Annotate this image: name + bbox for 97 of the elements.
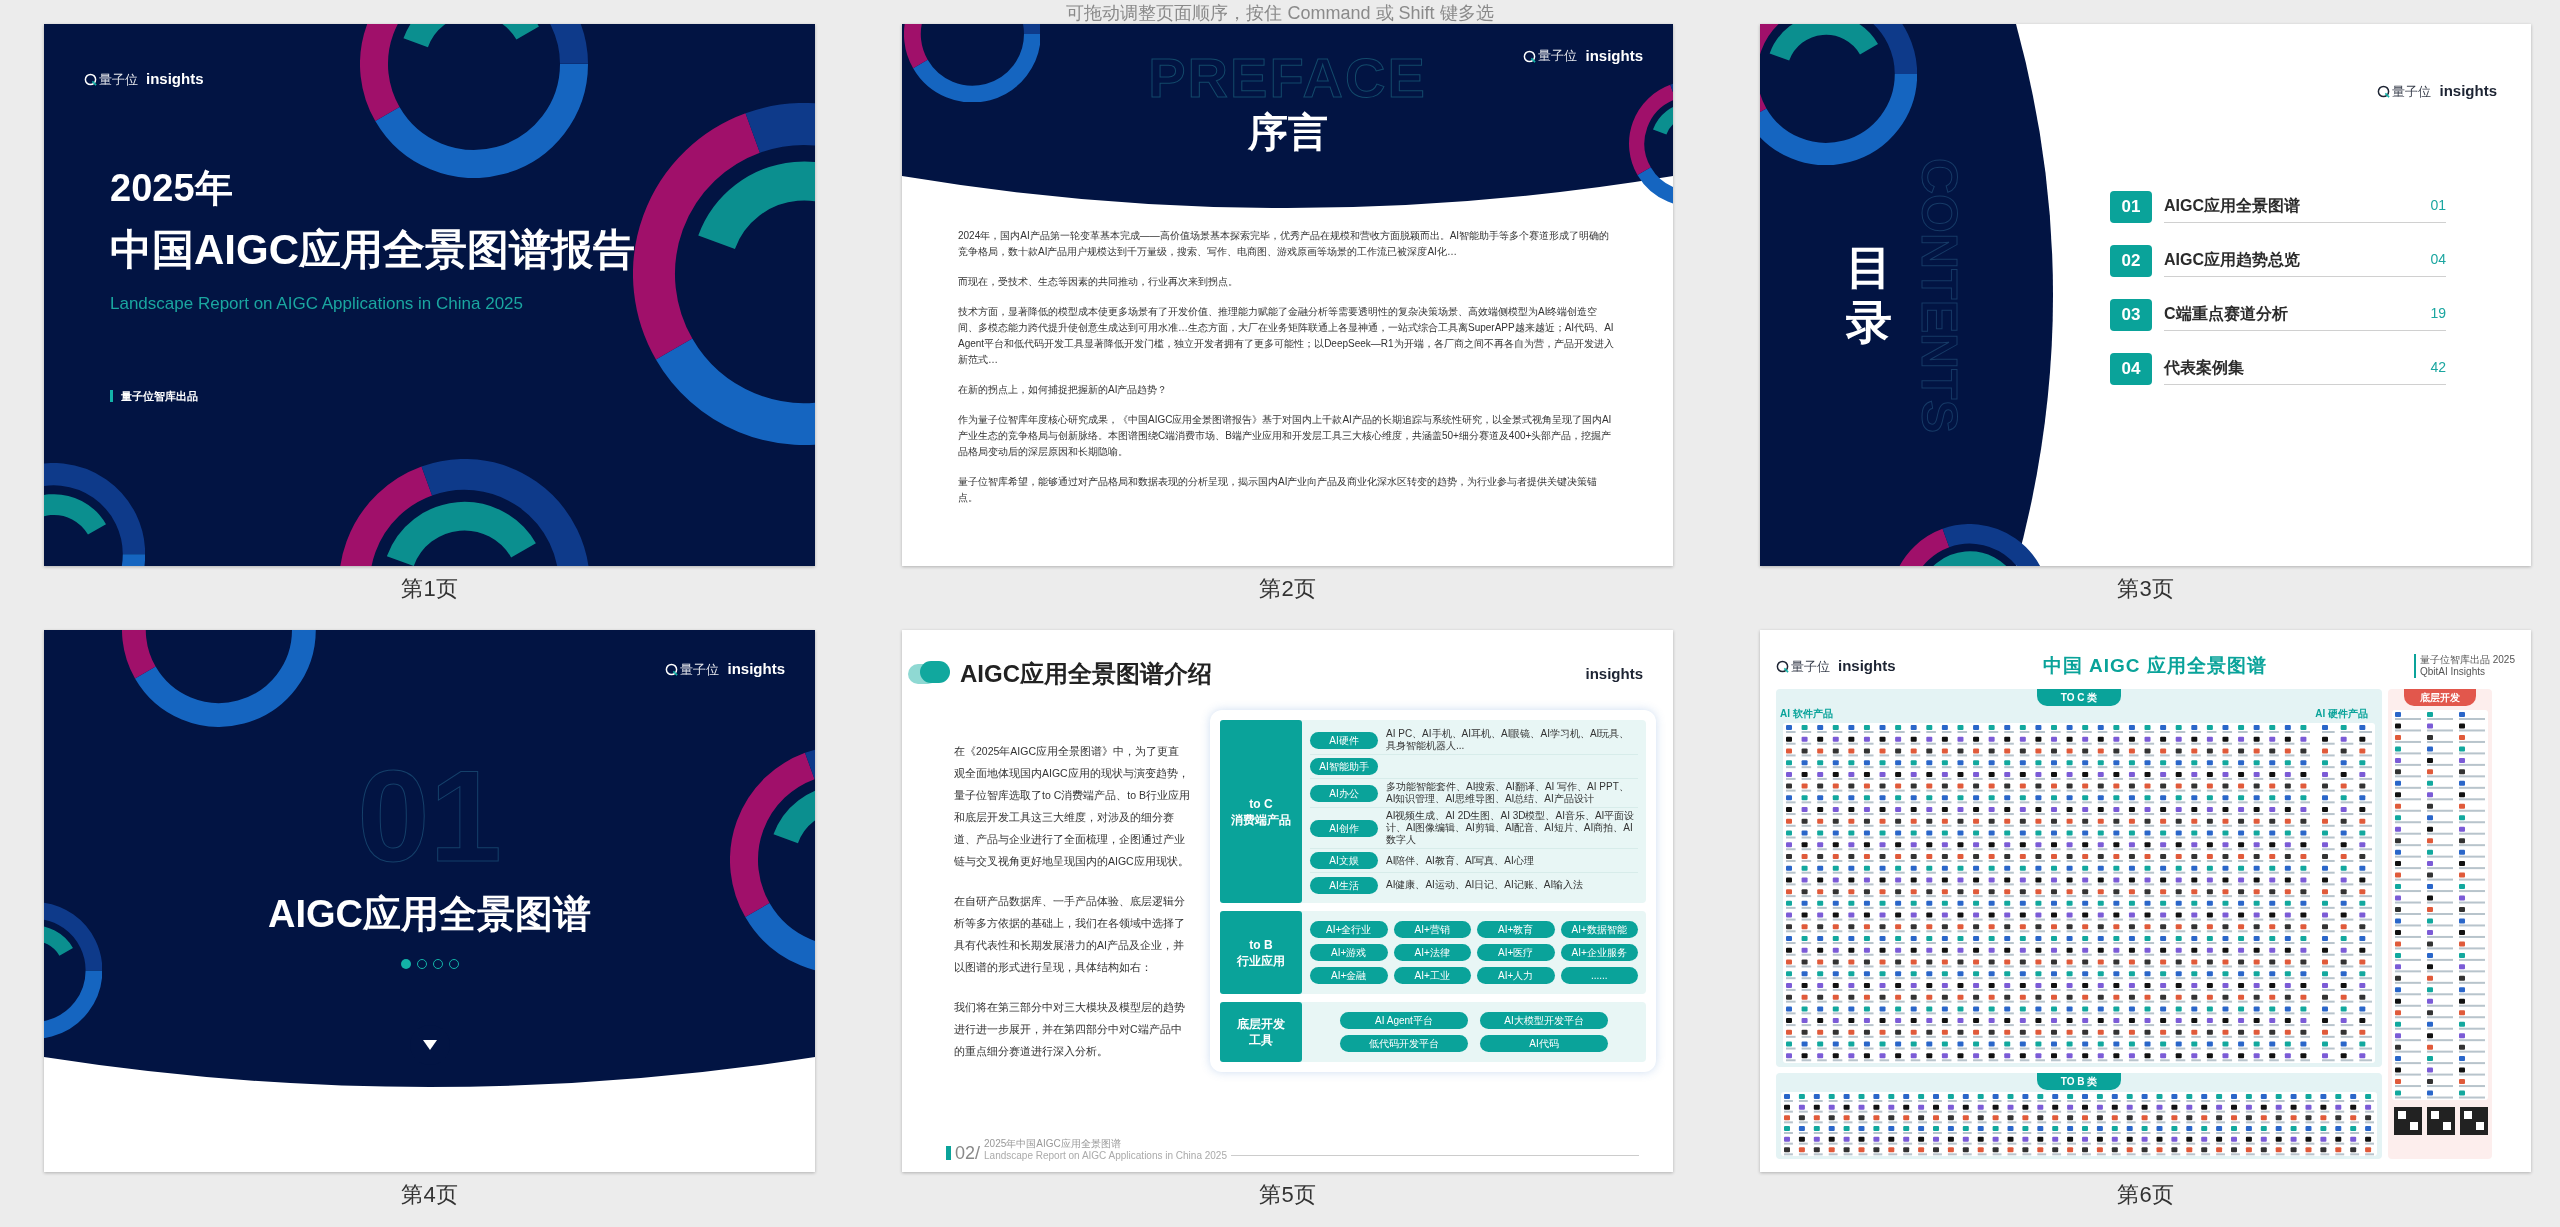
preface-paragraph: 在新的拐点上，如何捕捉把握新的AI产品趋势？	[958, 383, 1169, 397]
page-label: 第2页	[1259, 576, 1316, 603]
contents-entry-title[interactable]: AIGC应用趋势总览	[2164, 247, 2300, 272]
tool-pill: AI代码	[1480, 1035, 1608, 1052]
industry-pill: AI+数据智能	[1560, 921, 1638, 938]
brand-logo-text: 量子位	[1791, 657, 1830, 676]
category-heading: AI 软件产品	[1780, 706, 1833, 721]
tool-pill: 低代码开发平台	[1340, 1035, 1468, 1052]
section-title: AIGC应用全景图谱	[268, 894, 591, 933]
preface-paragraph: 而现在，受技术、生态等因素的共同推动，行业再次来到拐点。	[958, 275, 1239, 289]
q-ring-icon	[1776, 659, 1789, 673]
insights-logo-text: insights	[727, 659, 785, 679]
category-pill: AI办公	[1310, 784, 1378, 802]
cover-year: 2025年	[110, 168, 233, 207]
industry-pill: ......	[1560, 967, 1638, 984]
category-pill: AI硬件	[1310, 731, 1378, 749]
section-number-badge: 04	[2110, 352, 2152, 385]
group-label-line: 消费端产品	[1231, 811, 1291, 828]
brand-logo-text: 量子位	[99, 70, 138, 89]
brand-logo-text: 量子位	[2392, 82, 2432, 101]
preface-paragraph: 技术方面，显著降低的模型成本使更多场景有了开发价值、推理能力赋能了金融分析等需要透明性的复杂决策场景、高效端侧模型为AI终端创造空间、多模态能力跨代提升使创意生成达到可用水准…生态方面，大厂在业务矩阵联通上各显神通，一站式综合工具离SuperAPP越来越近；AI代码、AI Agent平台和低代码开发工具显著降低开发门槛，独立开发者拥有了更多可能性；以DeepSeek—R1为开端，各厂商之间不再各自为营，产品开发进入新范式…	[958, 305, 1615, 367]
page-label: 第1页	[401, 576, 458, 603]
slide-title: AIGC应用全景图谱介绍	[960, 659, 1212, 689]
industry-pill: AI+人力	[1477, 967, 1555, 984]
cover-subtitle: Landscape Report on AIGC Applications in China 2025	[110, 292, 523, 315]
preface-paragraph: 作为量子位智库年度核心研究成果，《中国AIGC应用全景图谱报告》基于对国内上千款AI产品的长期追踪与系统性研究，以全景式视角呈现了国内AI产业生态的竞争格局与创新脉络。本图谱围绕C端消费市场、B端产业应用和开发层工具三大核心维度，共涵盖50+细分赛道及400+头部产品，挖掘产品格局变动后的深层原因和长期隐喻。	[958, 413, 1613, 459]
blob-logo-icon	[908, 661, 950, 687]
industry-pill: AI+法律	[1393, 944, 1471, 961]
footer-title: 2025年中国AIGC应用全景图谱	[984, 1138, 1122, 1150]
group-label-line: 行业应用	[1237, 952, 1285, 969]
page-label: 第4页	[401, 1182, 458, 1209]
category-pill: AI文娱	[1310, 852, 1378, 869]
tool-pill: AI Agent平台	[1340, 1012, 1468, 1029]
brand-logo-text: 量子位	[1538, 47, 1578, 66]
industry-pill: AI+工业	[1393, 967, 1471, 984]
group-label-line: 工具	[1249, 1032, 1273, 1048]
group-label-line: 底层开发	[1237, 1016, 1285, 1032]
page-label: 第5页	[1259, 1182, 1316, 1209]
category-description: 多功能智能套件、AI搜索、AI翻译、AI 写作、AI PPT、AI知识管理、AI思维导图、AI总结、AI产品设计	[1386, 781, 1630, 805]
contents-entry-title[interactable]: C端重点赛道分析	[2164, 301, 2288, 326]
insights-logo-text: insights	[146, 69, 204, 89]
category-description: AI视频生成、AI 2D生图、AI 3D模型、AI音乐、AI平面设计、AI图像编辑、AI剪辑、AI配音、AI短片、AI商拍、AI数字人	[1386, 810, 1636, 846]
group-label-line: to C	[1249, 795, 1273, 812]
insights-logo-text: insights	[2439, 81, 2497, 101]
industry-pill: AI+营销	[1393, 921, 1471, 938]
industry-pill: AI+教育	[1477, 921, 1555, 938]
intro-paragraph: 在《2025年AIGC应用全景图谱》中，为了更直观全面地体现国内AIGC应用的现状与演变趋势，量子位智库选取了to C消费端产品、to B行业应用和底层开发工具这三大维度，对涉及的细分赛道、产品与企业进行了全面梳理，企图通过产业链与交叉视角更好地呈现国内的AIGC应用现状。	[954, 744, 1190, 869]
category-heading: AI 硬件产品	[2315, 706, 2368, 721]
page-number: 42	[2430, 358, 2446, 377]
page-number: 02/	[955, 1144, 981, 1162]
category-description: AI健康、AI运动、AI日记、AI记账、AI输入法	[1386, 879, 1584, 891]
industry-pill: AI+金融	[1310, 967, 1388, 984]
q-ring-icon	[1523, 49, 1537, 63]
publisher-text: 量子位智库出品	[121, 389, 198, 404]
group-label-line: to B	[1249, 936, 1273, 953]
footer-subtitle: Landscape Report on AIGC Applications in China 2025	[984, 1150, 1227, 1162]
brand-logo-text: 量子位	[680, 660, 720, 679]
category-description: AI PC、AI手机、AI耳机、AI眼镜、AI学习机、AI玩具、具身智能机器人...	[1386, 728, 1631, 752]
industry-pill: AI+医疗	[1477, 944, 1555, 961]
insights-logo-text: insights	[1585, 663, 1643, 684]
q-ring-icon	[2377, 84, 2391, 98]
intro-paragraph: 我们将在第三部分中对三大模块及模型层的趋势进行进一步展开，并在第四部分中对C端产品中的重点细分赛道进行深入分析。	[954, 1000, 1186, 1059]
insights-logo-text: insights	[1585, 45, 1643, 66]
accent-bar	[110, 390, 113, 403]
preface-paragraph: 量子位智库希望，能够通过对产品格局和数据表现的分析呈现，揭示国内AI产业向产品及商业化深水区转变的趋势，为行业参与者提供关键决策锚点。	[958, 475, 1599, 505]
category-description: AI陪伴、AI教育、AI写真、AI心理	[1386, 854, 1534, 867]
tool-pill: AI大模型开发平台	[1480, 1012, 1608, 1029]
industry-pill: AI+全行业	[1310, 921, 1388, 938]
reorder-hint: 可拖动调整页面顺序，按住 Command 或 Shift 键多选	[1066, 2, 1494, 24]
preface-title: 序言	[1247, 112, 1328, 152]
page-label: 第3页	[2117, 576, 2174, 603]
chevron-down-icon	[421, 1038, 438, 1051]
cover-title: 中国AIGC应用全景图谱报告	[110, 228, 635, 271]
section-number-badge: 03	[2110, 298, 2152, 331]
page-number: 01	[2430, 196, 2446, 215]
contents-entry-title[interactable]: 代表案例集	[2164, 355, 2244, 380]
page-label: 第6页	[2117, 1182, 2174, 1209]
publisher-info: 量子位智库出品 2025	[2419, 654, 2515, 667]
section-number-badge: 01	[2110, 190, 2152, 223]
category-pill: AI智能助手	[1310, 758, 1378, 775]
category-pill: AI生活	[1310, 876, 1378, 894]
intro-paragraph: 在自研产品数据库、一手产品体验、底层逻辑分析等多方依据的基础上，我们在各领域中选择了具有代表性和长期发展潜力的AI产品及企业，并以图谱的形式进行呈现，具体结构如右：	[954, 894, 1186, 975]
map-title: 中国 AIGC 应用全景图谱	[2042, 654, 2267, 678]
page-number: 19	[2430, 304, 2446, 323]
publisher-info: QbitAI Insights	[2419, 666, 2486, 679]
category-pill: AI创作	[1310, 819, 1378, 837]
industry-pill: AI+游戏	[1310, 944, 1388, 961]
preface-paragraph: 2024年，国内AI产品第一轮变革基本完成——高价值场景基本探索完毕，优秀产品在规模和营收方面脱颖而出。AI智能助手等多个赛道形成了明确的竞争格局，数十款AI产品用户规模达到千万量级，搜索、写作、电商图、游戏原画等场景的工作流已被深度AI化…	[958, 229, 1611, 259]
accent-bar	[946, 1146, 951, 1160]
insights-logo-text: insights	[1838, 656, 1896, 676]
page-number: 04	[2430, 250, 2446, 269]
contents-title: 目录	[1846, 239, 1892, 350]
section-number-badge: 02	[2110, 244, 2152, 277]
q-ring-icon	[84, 72, 97, 86]
contents-entry-title[interactable]: AIGC应用全景图谱	[2164, 193, 2300, 218]
industry-pill: AI+企业服务	[1560, 944, 1638, 961]
q-ring-icon	[665, 662, 679, 676]
